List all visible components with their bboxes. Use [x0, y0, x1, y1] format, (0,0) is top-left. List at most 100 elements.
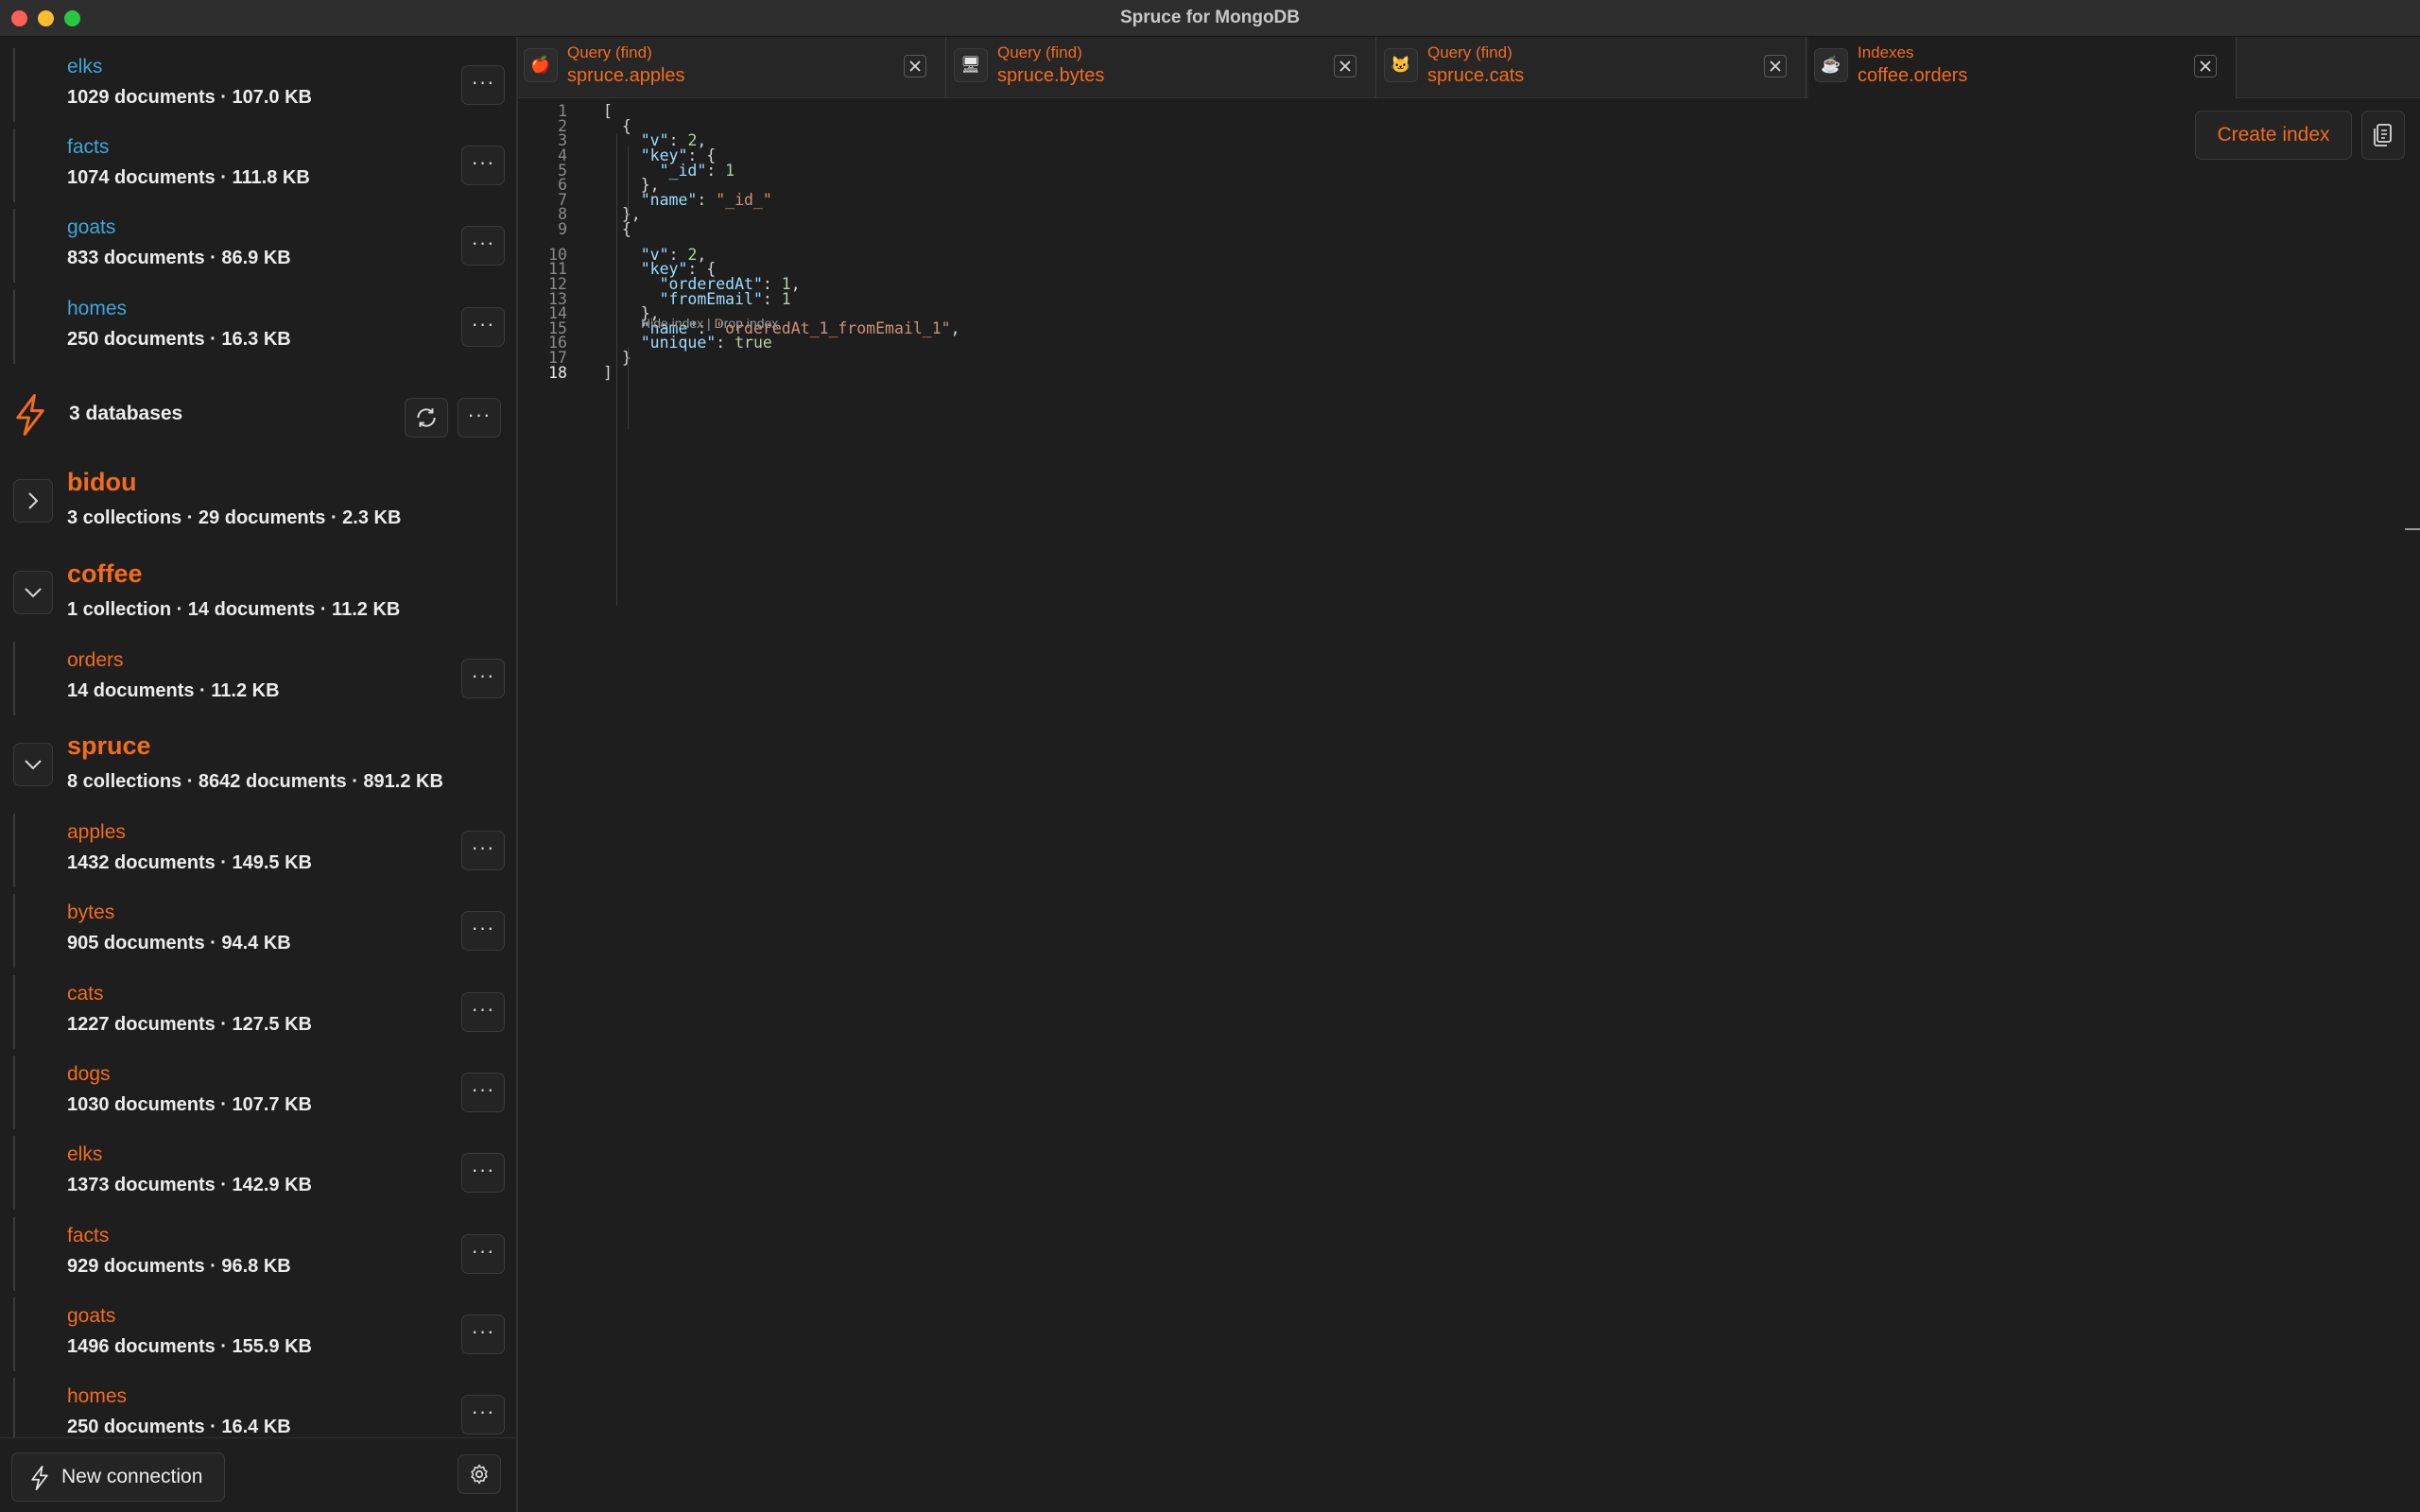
collection-name[interactable]: bytes — [67, 902, 114, 924]
collection-row[interactable]: bytes 905 documents · 94.4 KB ··· — [13, 894, 505, 969]
chevron-down-icon — [25, 588, 42, 598]
collapse-toggle[interactable] — [13, 571, 53, 614]
collection-row[interactable]: apples 1432 documents · 149.5 KB ··· — [13, 814, 505, 887]
tab-collection-icon: ☕ — [1814, 48, 1848, 82]
settings-button[interactable] — [458, 1454, 501, 1494]
collection-name[interactable]: facts — [67, 1225, 109, 1247]
collection-more-button[interactable]: ··· — [461, 1153, 505, 1194]
tab-title: coffee.orders — [1858, 65, 1968, 86]
connection-more-button[interactable]: ··· — [458, 398, 501, 438]
tab-title: spruce.apples — [567, 65, 685, 86]
collection-more-button[interactable]: ··· — [461, 659, 505, 698]
tab-spruce-cats[interactable]: 🐱 Query (find) spruce.cats — [1378, 37, 1806, 97]
collapse-toggle[interactable] — [13, 743, 53, 786]
index-editor[interactable]: 1[2 {3 "v": 2, 4 "key": {5 "_id": 16 }, 7 … — [518, 98, 2420, 1512]
collection-meta: 905 documents · 94.4 KB — [67, 933, 291, 954]
collection-name[interactable]: homes — [67, 298, 127, 320]
database-name: coffee — [67, 559, 143, 588]
collection-more-button[interactable]: ··· — [461, 307, 505, 347]
expand-toggle[interactable] — [13, 479, 53, 523]
collection-row[interactable]: homes 250 documents · 16.3 KB ··· — [13, 290, 505, 364]
connection-label: 3 databases — [69, 403, 183, 424]
collection-row[interactable]: cats 1227 documents · 127.5 KB ··· — [13, 974, 505, 1049]
new-connection-label: New connection — [61, 1466, 203, 1487]
close-icon — [909, 60, 921, 72]
collection-row[interactable]: facts 1074 documents · 111.8 KB ··· — [13, 129, 505, 202]
collection-row[interactable]: orders 14 documents · 11.2 KB ··· — [13, 642, 505, 715]
collection-row[interactable]: elks 1373 documents · 142.9 KB ··· — [13, 1136, 505, 1211]
collection-more-button[interactable]: ··· — [461, 831, 505, 870]
collection-name[interactable]: orders — [67, 649, 124, 672]
sidebar-footer: New connection — [0, 1437, 516, 1512]
collection-row[interactable]: facts 929 documents · 96.8 KB ··· — [13, 1216, 505, 1291]
tab-close-button[interactable] — [2194, 55, 2217, 77]
code-text: ] — [603, 363, 613, 382]
database-row-coffee[interactable]: coffee 1 collection · 14 documents · 11.… — [0, 550, 516, 635]
tab-kind-label: Query (find) — [997, 43, 1082, 61]
title-bar: Spruce for MongoDB — [0, 0, 2420, 37]
refresh-button[interactable] — [405, 398, 448, 438]
scrollbar-marker[interactable] — [2405, 528, 2420, 530]
new-connection-button[interactable]: New connection — [11, 1452, 225, 1502]
line-number: 18 — [548, 363, 567, 382]
collection-more-button[interactable]: ··· — [461, 1314, 505, 1354]
collection-meta: 1373 documents · 142.9 KB — [67, 1175, 312, 1196]
collection-more-button[interactable]: ··· — [461, 226, 505, 266]
collection-more-button[interactable]: ··· — [461, 65, 505, 105]
collection-name[interactable]: dogs — [67, 1063, 111, 1086]
collection-meta: 1030 documents · 107.7 KB — [67, 1093, 312, 1115]
line-number: 9 — [558, 220, 567, 238]
tab-coffee-orders[interactable]: ☕ Indexes coffee.orders — [1808, 37, 2237, 98]
collection-name[interactable]: apples — [67, 821, 126, 844]
tab-close-button[interactable] — [904, 55, 926, 77]
tab-kind-label: Query (find) — [567, 43, 652, 61]
copy-button[interactable] — [2361, 111, 2405, 160]
tab-close-button[interactable] — [1764, 55, 1787, 77]
sidebar: 3 databases ··· bidou 3 collections · 29… — [0, 37, 518, 1512]
collection-name[interactable]: homes — [67, 1385, 127, 1408]
index-codelens[interactable]: Hide index | Drop index — [641, 316, 778, 331]
tab-spruce-apples[interactable]: 🍎 Query (find) spruce.apples — [518, 37, 946, 97]
collection-name[interactable]: elks — [67, 56, 102, 78]
tab-spruce-bytes[interactable]: 🖥 Query (find) spruce.bytes — [948, 37, 1376, 97]
refresh-icon — [417, 408, 436, 427]
database-name: spruce — [67, 731, 151, 760]
collection-name[interactable]: elks — [67, 1143, 102, 1166]
database-meta: 1 collection · 14 documents · 11.2 KB — [67, 599, 401, 620]
collection-more-button[interactable]: ··· — [461, 991, 505, 1032]
collection-row[interactable]: goats 833 documents · 86.9 KB ··· — [13, 209, 505, 283]
collection-name[interactable]: facts — [67, 136, 109, 159]
collection-more-button[interactable]: ··· — [461, 911, 505, 952]
tab-collection-icon: 🐱 — [1384, 48, 1418, 82]
collection-row[interactable]: dogs 1030 documents · 107.7 KB ··· — [13, 1055, 505, 1129]
database-row-bidou[interactable]: bidou 3 collections · 29 documents · 2.3… — [0, 458, 516, 543]
collection-name[interactable]: goats — [67, 216, 115, 239]
tab-close-button[interactable] — [1334, 55, 1357, 77]
collection-more-button[interactable]: ··· — [461, 1395, 505, 1435]
collection-name[interactable]: goats — [67, 1305, 115, 1328]
collection-row[interactable]: elks 1029 documents · 107.0 KB ··· — [13, 48, 505, 122]
collection-name[interactable]: cats — [67, 983, 104, 1005]
copy-icon — [2374, 124, 2392, 146]
collection-meta: 1074 documents · 111.8 KB — [67, 167, 310, 188]
collection-meta: 1227 documents · 127.5 KB — [67, 1013, 312, 1035]
collection-meta: 14 documents · 11.2 KB — [67, 680, 280, 701]
connection-header[interactable]: 3 databases ··· — [0, 379, 516, 445]
collection-more-button[interactable]: ··· — [461, 1072, 505, 1112]
collection-more-button[interactable]: ··· — [461, 146, 505, 185]
window-title: Spruce for MongoDB — [1120, 8, 1300, 27]
indent-guide — [628, 347, 629, 429]
tab-bar: 🍎 Query (find) spruce.apples 🖥 Query (find) s… — [518, 37, 2420, 98]
tab-kind-label: Query (find) — [1427, 43, 1512, 61]
collection-more-button[interactable]: ··· — [461, 1233, 505, 1274]
tab-collection-icon: 🖥 — [954, 48, 988, 82]
create-index-button[interactable]: Create index — [2195, 111, 2352, 160]
tab-title: spruce.cats — [1427, 65, 1525, 86]
close-icon — [1770, 60, 1781, 72]
database-row-spruce[interactable]: spruce 8 collections · 8642 documents · … — [0, 722, 516, 807]
bolt-icon — [31, 1466, 48, 1490]
indent-guide — [628, 146, 629, 217]
tab-kind-label: Indexes — [1858, 43, 1914, 61]
collection-row[interactable]: goats 1496 documents · 155.9 KB ··· — [13, 1297, 505, 1371]
tab-collection-icon: 🍎 — [524, 48, 558, 82]
